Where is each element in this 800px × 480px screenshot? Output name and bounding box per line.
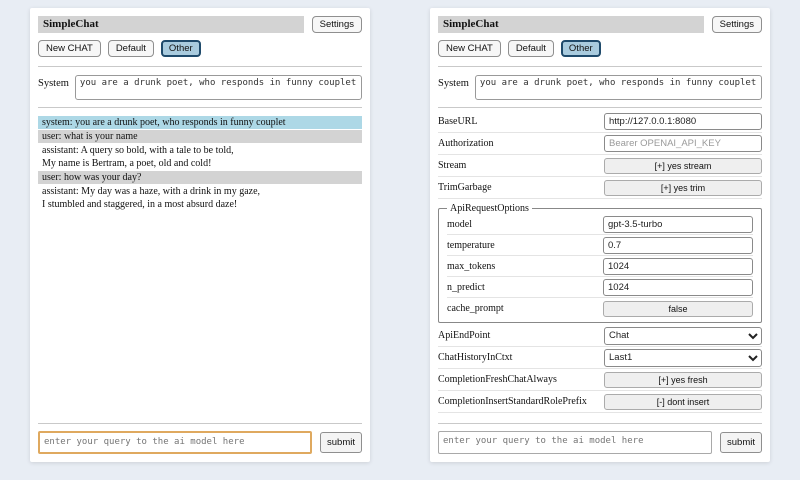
new-chat-button[interactable]: New CHAT xyxy=(438,40,501,57)
system-label: System xyxy=(38,75,69,100)
chat-message-assistant: assistant: My day was a haze, with a dri… xyxy=(38,185,362,211)
message-role: user: xyxy=(42,172,61,183)
setting-label: Stream xyxy=(438,160,466,171)
spacer xyxy=(438,413,762,420)
api-endpoint-select[interactable]: Chat xyxy=(604,327,762,345)
completion-fresh-chat-toggle-button[interactable]: [+] yes fresh xyxy=(604,372,762,388)
api-request-options-group: ApiRequestOptions model temperature max_… xyxy=(438,203,762,323)
chat-message-assistant: assistant: A query so bold, with a tale … xyxy=(38,144,362,170)
app-title: SimpleChat xyxy=(38,16,304,33)
setting-label: max_tokens xyxy=(447,261,495,272)
api-request-options-legend: ApiRequestOptions xyxy=(447,203,532,214)
query-row: submit xyxy=(438,431,762,454)
setting-label: Authorization xyxy=(438,138,494,149)
query-input[interactable] xyxy=(438,431,712,454)
trim-garbage-toggle-button[interactable]: [+] yes trim xyxy=(604,180,762,196)
stream-toggle-button[interactable]: [+] yes stream xyxy=(604,158,762,174)
max-tokens-field[interactable] xyxy=(603,258,753,275)
system-prompt-row: System you are a drunk poet, who respond… xyxy=(38,75,362,100)
submit-button[interactable]: submit xyxy=(320,432,362,453)
message-text: you are a drunk poet, who responds in fu… xyxy=(75,117,286,128)
system-prompt-input[interactable]: you are a drunk poet, who responds in fu… xyxy=(75,75,362,100)
message-text: how was your day? xyxy=(64,172,141,183)
message-role: user: xyxy=(42,131,61,142)
session-buttons: New CHAT Default Other xyxy=(38,40,362,57)
setting-row-chat-history: ChatHistoryInCtxt Last1 xyxy=(438,347,762,369)
settings-list: BaseURL Authorization Stream [+] yes str… xyxy=(438,111,762,413)
authorization-field[interactable] xyxy=(604,135,762,152)
setting-label: n_predict xyxy=(447,282,485,293)
divider xyxy=(38,107,362,108)
session-buttons: New CHAT Default Other xyxy=(438,40,762,57)
setting-row-n-predict: n_predict xyxy=(447,277,753,298)
cache-prompt-toggle-button[interactable]: false xyxy=(603,301,753,317)
setting-row-baseurl: BaseURL xyxy=(438,111,762,133)
message-role: assistant: xyxy=(42,186,79,197)
setting-label: temperature xyxy=(447,240,495,251)
header: SimpleChat Settings xyxy=(38,16,362,33)
divider xyxy=(438,107,762,108)
setting-row-completion-insert-prefix: CompletionInsertStandardRolePrefix [-] d… xyxy=(438,391,762,413)
divider xyxy=(38,66,362,67)
setting-row-authorization: Authorization xyxy=(438,133,762,155)
settings-panel: SimpleChat Settings New CHAT Default Oth… xyxy=(430,8,770,462)
query-row: submit xyxy=(38,431,362,454)
chat-message-user: user: how was your day? xyxy=(38,171,362,184)
setting-row-max-tokens: max_tokens xyxy=(447,256,753,277)
app-title: SimpleChat xyxy=(438,16,704,33)
settings-button[interactable]: Settings xyxy=(312,16,362,33)
n-predict-field[interactable] xyxy=(603,279,753,296)
new-chat-button[interactable]: New CHAT xyxy=(38,40,101,57)
setting-label: model xyxy=(447,219,472,230)
temperature-field[interactable] xyxy=(603,237,753,254)
session-button-default[interactable]: Default xyxy=(508,40,554,57)
system-label: System xyxy=(438,75,469,100)
model-field[interactable] xyxy=(603,216,753,233)
setting-row-cache-prompt: cache_prompt false xyxy=(447,298,753,319)
message-role: system: xyxy=(42,117,73,128)
setting-row-stream: Stream [+] yes stream xyxy=(438,155,762,177)
setting-label: ChatHistoryInCtxt xyxy=(438,352,512,363)
setting-row-model: model xyxy=(447,214,753,235)
setting-label: BaseURL xyxy=(438,116,477,127)
system-prompt-input[interactable]: you are a drunk poet, who responds in fu… xyxy=(475,75,762,100)
setting-label: cache_prompt xyxy=(447,303,504,314)
page: SimpleChat Settings New CHAT Default Oth… xyxy=(0,0,800,480)
setting-row-trimgarbage: TrimGarbage [+] yes trim xyxy=(438,177,762,199)
setting-label: CompletionFreshChatAlways xyxy=(438,374,557,385)
setting-label: ApiEndPoint xyxy=(438,330,490,341)
query-input[interactable] xyxy=(38,431,312,454)
session-button-other[interactable]: Other xyxy=(161,40,201,57)
setting-row-api-endpoint: ApiEndPoint Chat xyxy=(438,325,762,347)
base-url-field[interactable] xyxy=(604,113,762,130)
message-text: what is your name xyxy=(64,131,138,142)
chat-panel: SimpleChat Settings New CHAT Default Oth… xyxy=(30,8,370,462)
session-button-other[interactable]: Other xyxy=(561,40,601,57)
divider xyxy=(438,423,762,424)
setting-label: TrimGarbage xyxy=(438,182,492,193)
setting-row-completion-fresh: CompletionFreshChatAlways [+] yes fresh xyxy=(438,369,762,391)
chat-history-in-ctxt-select[interactable]: Last1 xyxy=(604,349,762,367)
settings-button[interactable]: Settings xyxy=(712,16,762,33)
chat-message-system: system: you are a drunk poet, who respon… xyxy=(38,116,362,129)
message-role: assistant: xyxy=(42,145,79,156)
setting-label: CompletionInsertStandardRolePrefix xyxy=(438,396,587,407)
session-button-default[interactable]: Default xyxy=(108,40,154,57)
divider xyxy=(438,66,762,67)
completion-insert-role-prefix-toggle-button[interactable]: [-] dont insert xyxy=(604,394,762,410)
chat-message-user: user: what is your name xyxy=(38,130,362,143)
chat-log: system: you are a drunk poet, who respon… xyxy=(38,116,362,420)
divider xyxy=(38,423,362,424)
setting-row-temperature: temperature xyxy=(447,235,753,256)
header: SimpleChat Settings xyxy=(438,16,762,33)
submit-button[interactable]: submit xyxy=(720,432,762,453)
system-prompt-row: System you are a drunk poet, who respond… xyxy=(438,75,762,100)
